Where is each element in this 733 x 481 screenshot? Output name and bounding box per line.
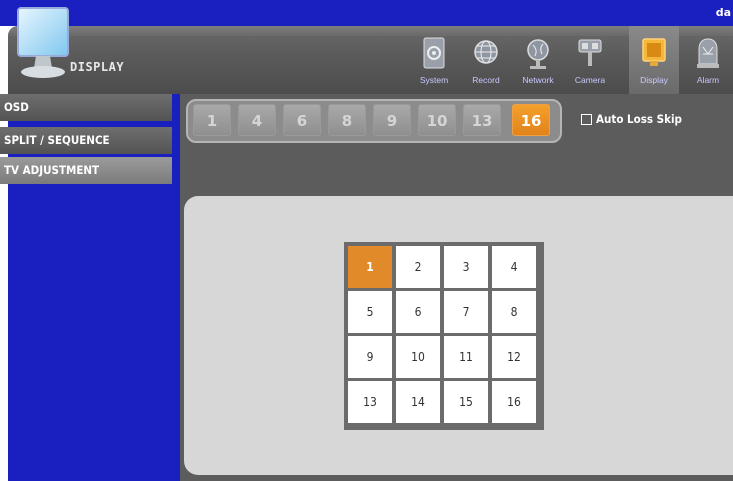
channel-cell-7[interactable]: 7 (444, 291, 488, 333)
camera-icon (578, 39, 602, 66)
split-option-8[interactable]: 8 (328, 104, 366, 136)
channel-cell-12[interactable]: 12 (492, 336, 536, 378)
sidebar-item-tv-adjustment[interactable]: TV ADJUSTMENT (0, 157, 172, 184)
nav-network[interactable]: Network (513, 26, 563, 94)
nav-network-label: Network (522, 75, 554, 85)
nav-record[interactable]: Record (461, 26, 511, 94)
user-label: da (715, 6, 731, 19)
nav-alarm-label: Alarm (696, 75, 720, 85)
channel-cell-2[interactable]: 2 (396, 246, 440, 288)
split-option-10[interactable]: 10 (418, 104, 456, 136)
split-option-16[interactable]: 16 (512, 104, 550, 136)
nav-camera[interactable]: Camera (565, 26, 615, 94)
record-icon (474, 40, 498, 64)
channel-cell-6[interactable]: 6 (396, 291, 440, 333)
channel-cell-8[interactable]: 8 (492, 291, 536, 333)
channel-cell-9[interactable]: 9 (348, 336, 392, 378)
alarm-icon (697, 38, 719, 68)
nav-camera-label: Camera (574, 75, 606, 85)
channel-cell-14[interactable]: 14 (396, 381, 440, 423)
channel-cell-16[interactable]: 16 (492, 381, 536, 423)
display-icon (642, 38, 666, 66)
channel-cell-3[interactable]: 3 (444, 246, 488, 288)
sidebar-item-split-sequence[interactable]: SPLIT / SEQUENCE (0, 127, 172, 154)
auto-loss-skip-checkbox[interactable] (581, 114, 592, 125)
channel-cell-10[interactable]: 10 (396, 336, 440, 378)
channel-cell-1[interactable]: 1 (348, 246, 392, 288)
channel-cell-11[interactable]: 11 (444, 336, 488, 378)
split-option-1[interactable]: 1 (193, 104, 231, 136)
split-option-6[interactable]: 6 (283, 104, 321, 136)
nav-record-label: Record (472, 75, 500, 85)
channel-cell-4[interactable]: 4 (492, 246, 536, 288)
split-option-4[interactable]: 4 (238, 104, 276, 136)
sidebar-item-osd[interactable]: OSD (0, 94, 172, 121)
channel-cell-15[interactable]: 15 (444, 381, 488, 423)
nav-system[interactable]: System (409, 26, 459, 94)
split-option-13[interactable]: 13 (463, 104, 501, 136)
nav-system-label: System (419, 75, 449, 85)
network-icon (527, 39, 549, 69)
channel-grid: 1 2 3 4 5 6 7 8 9 10 11 12 13 14 15 16 (344, 242, 544, 430)
page-title: DISPLAY (70, 60, 125, 74)
channel-cell-13[interactable]: 13 (348, 381, 392, 423)
channel-cell-5[interactable]: 5 (348, 291, 392, 333)
split-option-9[interactable]: 9 (373, 104, 411, 136)
nav-display[interactable]: Display (629, 26, 679, 94)
top-bar (0, 0, 733, 26)
auto-loss-skip-label: Auto Loss Skip (596, 112, 682, 126)
display-monitor-icon (14, 6, 72, 86)
system-icon (423, 37, 445, 69)
nav-alarm[interactable]: Alarm (683, 26, 733, 94)
nav-display-label: Display (640, 75, 668, 85)
